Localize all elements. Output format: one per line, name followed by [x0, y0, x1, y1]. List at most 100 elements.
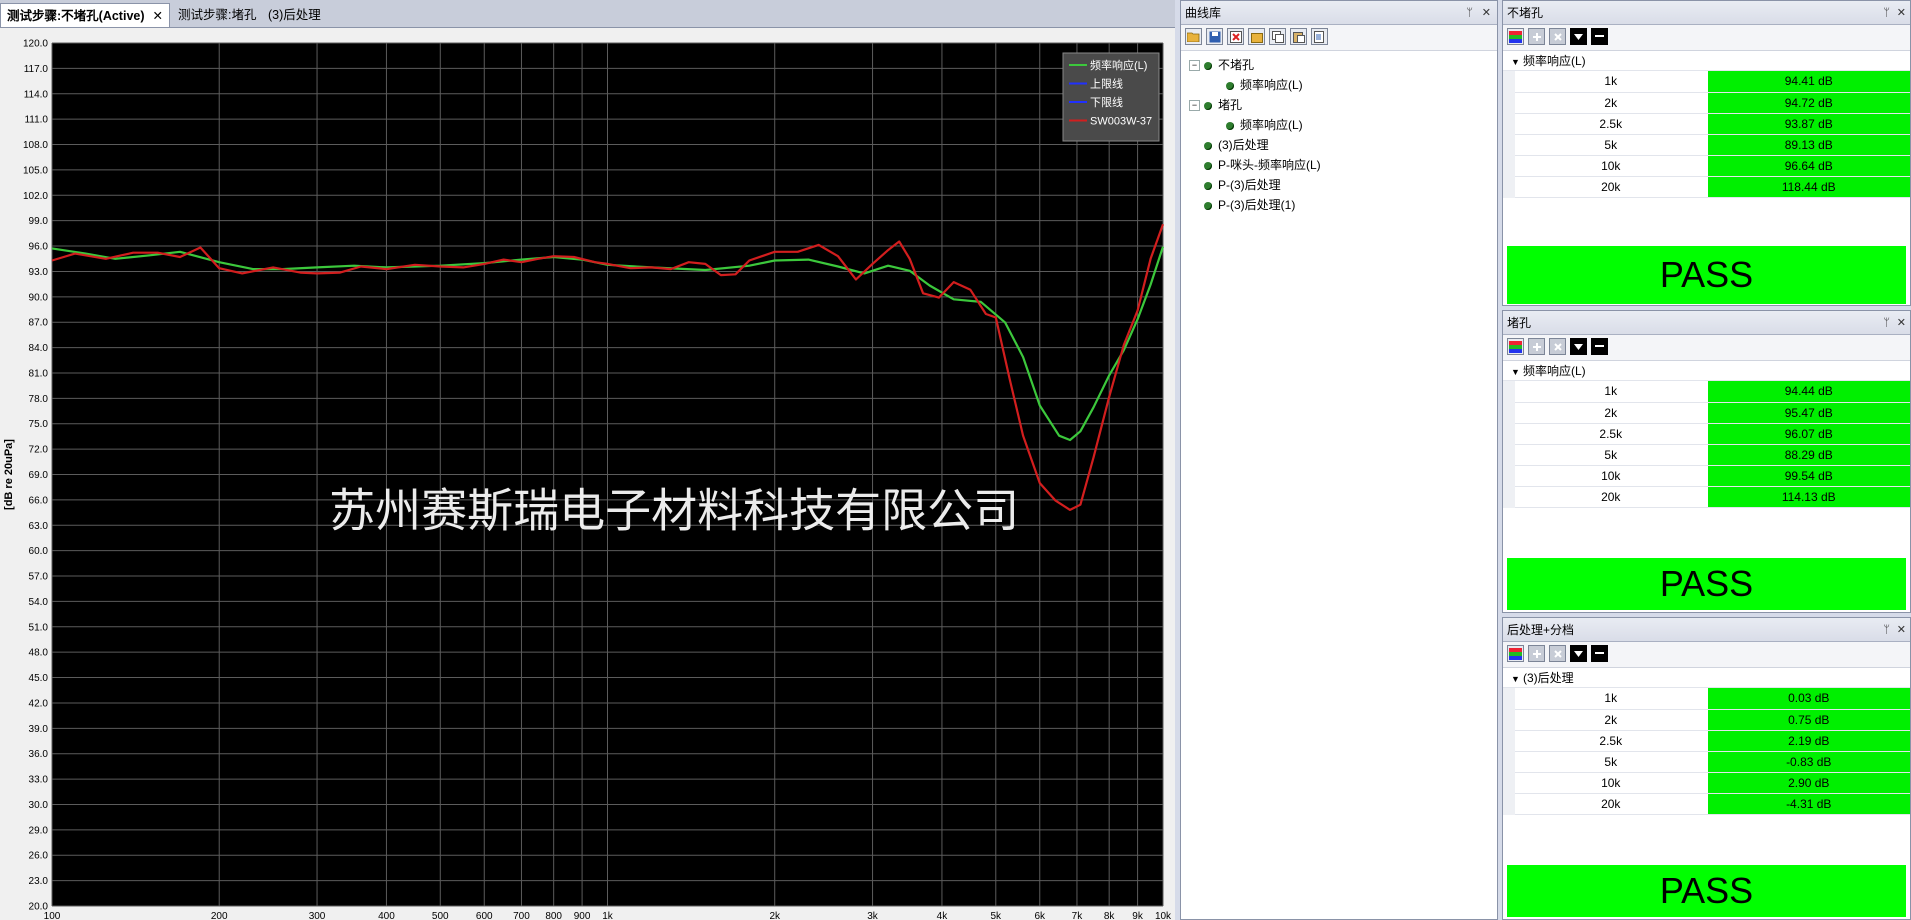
color-grid-icon[interactable]: [1507, 338, 1524, 355]
result-group-header[interactable]: ▼ 频率响应(L): [1503, 51, 1910, 71]
y-tick-label: 69.0: [29, 470, 49, 481]
tree-node[interactable]: 频率响应(L): [1189, 75, 1497, 95]
frequency-label: 5k: [1503, 134, 1707, 156]
pin-icon[interactable]: ᛘ: [1466, 1, 1473, 25]
result-row: 1k 94.44 dB: [1503, 381, 1910, 403]
y-tick-label: 117.0: [24, 64, 49, 75]
result-row: 10k 96.64 dB: [1503, 155, 1910, 177]
y-tick-label: 54.0: [29, 597, 49, 608]
frequency-label: 5k: [1503, 751, 1707, 773]
open-folder-icon[interactable]: [1185, 28, 1202, 45]
color-grid-icon[interactable]: [1507, 28, 1524, 45]
curve-status-icon: [1204, 201, 1212, 210]
x-tick-label: 800: [545, 911, 562, 920]
result-group-label: 频率响应(L): [1523, 54, 1586, 68]
result-table: 1k 94.44 dB 2k 95.47 dB 2.5k 96.07 dB 5k 88.29 …: [1503, 381, 1910, 508]
result-group-label: (3)后处理: [1523, 671, 1574, 685]
y-tick-label: 51.0: [29, 622, 49, 633]
delete-curve-icon[interactable]: [1227, 28, 1244, 45]
collapse-icon[interactable]: [1591, 338, 1608, 355]
measured-value: 94.72 dB: [1706, 92, 1910, 114]
frequency-response-chart[interactable]: 100 200 300 400 500 600 700 800 900 1k 2k 3k 4k 5k 6k 7…: [0, 28, 1175, 920]
result-row: 1k 0.03 dB: [1503, 688, 1910, 710]
curve-status-icon: [1226, 81, 1234, 90]
pin-icon[interactable]: ᛘ: [1883, 311, 1890, 335]
measured-value: -4.31 dB: [1706, 793, 1910, 815]
collapse-icon[interactable]: [1591, 28, 1608, 45]
tree-node[interactable]: P-(3)后处理: [1189, 175, 1497, 195]
dropdown-icon[interactable]: [1570, 338, 1587, 355]
x-tick-label: 4k: [937, 911, 949, 920]
frequency-label: 1k: [1503, 71, 1707, 93]
x-tick-label: 900: [574, 911, 591, 920]
close-icon[interactable]: ✕: [1897, 311, 1906, 335]
result-group-header[interactable]: ▼ (3)后处理: [1503, 668, 1910, 688]
properties-icon[interactable]: [1311, 28, 1328, 45]
y-tick-label: 29.0: [29, 825, 49, 836]
tab-close-icon[interactable]: ✕: [153, 9, 163, 23]
result-row: 2k 95.47 dB: [1503, 402, 1910, 424]
tab-unblocked[interactable]: 测试步骤:不堵孔(Active) ✕: [0, 3, 170, 27]
measured-value: 95.47 dB: [1706, 402, 1910, 424]
collapse-icon[interactable]: [1591, 645, 1608, 662]
y-tick-label: 36.0: [29, 749, 49, 760]
tree-node[interactable]: − 堵孔: [1189, 95, 1497, 115]
add-icon[interactable]: [1528, 645, 1545, 662]
close-icon[interactable]: ✕: [1482, 1, 1491, 25]
remove-icon[interactable]: [1549, 338, 1566, 355]
y-tick-label: 111.0: [24, 115, 48, 126]
y-tick-label: 81.0: [29, 368, 49, 379]
dropdown-icon[interactable]: [1570, 28, 1587, 45]
measured-value: 94.41 dB: [1706, 71, 1910, 93]
save-icon[interactable]: [1206, 28, 1223, 45]
tab-blocked[interactable]: 测试步骤:堵孔: [172, 3, 262, 27]
result-panel: 堵孔 ᛘ ✕ ▼ 频率响应(L) 1k 94.44 dB 2k 95.47 dB 2.5k 96.0…: [1502, 310, 1911, 613]
result-panel: 后处理+分档 ᛘ ✕ ▼ (3)后处理 1k 0.03 dB 2k 0.75 dB 2.5k 2.1…: [1502, 617, 1911, 920]
measured-value: 118.44 dB: [1706, 176, 1910, 198]
measured-value: 114.13 dB: [1706, 486, 1910, 508]
measured-value: 96.07 dB: [1706, 423, 1910, 445]
y-tick-label: 45.0: [29, 673, 49, 684]
tree-node-label: P-(3)后处理(1): [1218, 198, 1296, 212]
paste-icon[interactable]: [1290, 28, 1307, 45]
color-grid-icon[interactable]: [1507, 645, 1524, 662]
tree-node[interactable]: P-咪头-频率响应(L): [1189, 155, 1497, 175]
expand-toggle-icon[interactable]: −: [1189, 100, 1200, 112]
pin-icon[interactable]: ᛘ: [1883, 1, 1890, 25]
chevron-down-icon: ▼: [1511, 367, 1520, 377]
y-tick-label: 105.0: [23, 165, 48, 176]
tree-node[interactable]: 频率响应(L): [1189, 115, 1497, 135]
y-tick-label: 102.0: [23, 191, 48, 202]
tab-postprocess[interactable]: (3)后处理: [262, 3, 327, 27]
measured-value: 88.29 dB: [1706, 444, 1910, 466]
pin-icon[interactable]: ᛘ: [1883, 618, 1890, 642]
add-icon[interactable]: [1528, 28, 1545, 45]
result-panel-toolbar: [1503, 25, 1910, 51]
remove-icon[interactable]: [1549, 28, 1566, 45]
y-tick-label: 114.0: [24, 89, 49, 100]
export-icon[interactable]: [1248, 28, 1265, 45]
tree-node[interactable]: (3)后处理: [1189, 135, 1497, 155]
y-tick-label: 26.0: [29, 851, 49, 862]
y-tick-label: 87.0: [29, 318, 49, 329]
y-tick-label: 48.0: [29, 648, 49, 659]
chevron-down-icon: ▼: [1511, 674, 1520, 684]
add-icon[interactable]: [1528, 338, 1545, 355]
frequency-label: 2.5k: [1503, 423, 1707, 445]
result-row: 2.5k 96.07 dB: [1503, 423, 1910, 445]
curve-library-panel: 曲线库 ᛘ ✕ − 不堵孔 频率响应(L) − 堵孔 频率响应(L) (3)后处理 P-咪头-…: [1180, 0, 1498, 920]
dropdown-icon[interactable]: [1570, 645, 1587, 662]
result-row: 20k 114.13 dB: [1503, 486, 1910, 508]
remove-icon[interactable]: [1549, 645, 1566, 662]
copy-icon[interactable]: [1269, 28, 1286, 45]
close-icon[interactable]: ✕: [1897, 1, 1906, 25]
expand-toggle-icon[interactable]: −: [1189, 60, 1200, 72]
tree-node[interactable]: − 不堵孔: [1189, 55, 1497, 75]
frequency-label: 2.5k: [1503, 113, 1707, 135]
tree-node[interactable]: P-(3)后处理(1): [1189, 195, 1497, 215]
close-icon[interactable]: ✕: [1897, 618, 1906, 642]
frequency-label: 2.5k: [1503, 730, 1707, 752]
result-group-header[interactable]: ▼ 频率响应(L): [1503, 361, 1910, 381]
company-watermark: 苏州赛斯瑞电子材料科技有限公司: [329, 484, 1019, 536]
legend-entry: 频率响应(L): [1090, 58, 1147, 72]
